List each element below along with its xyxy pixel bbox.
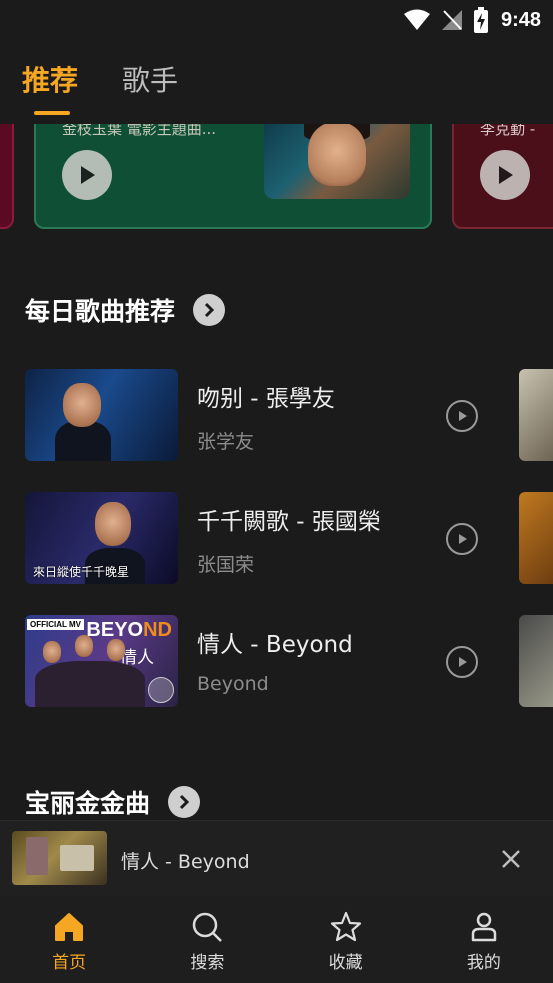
thumbnail-caption: 來日縱使千千晚星: [33, 565, 130, 579]
mini-player-thumbnail[interactable]: [12, 831, 107, 885]
star-icon: [330, 911, 361, 942]
play-icon: [81, 166, 95, 184]
play-icon: [459, 534, 467, 544]
banner-next-play-button[interactable]: [480, 150, 530, 200]
thumbnail-badge: OFFICIAL MV: [27, 619, 84, 630]
battery-charging-icon: [473, 7, 488, 33]
nav-search-label: 搜索: [190, 953, 225, 973]
thumbnail-logo-part-b: ND: [143, 619, 172, 641]
search-icon: [193, 912, 223, 942]
song-thumbnail[interactable]: [25, 369, 178, 461]
tab-singers[interactable]: 歌手: [122, 57, 178, 105]
song-artist: 张学友: [197, 431, 255, 453]
bottom-nav: 首页 搜索 收藏 我的: [0, 896, 553, 983]
play-icon: [459, 657, 467, 667]
tab-singers-label: 歌手: [122, 64, 179, 97]
nav-search[interactable]: 搜索: [138, 896, 276, 983]
thumbnail-stamp: [148, 677, 174, 703]
banner-photo: [264, 124, 410, 199]
wifi-icon: [403, 9, 430, 30]
mini-player-title: 情人 - Beyond: [121, 851, 250, 873]
section-daily-header[interactable]: 每日歌曲推荐: [25, 292, 226, 328]
tab-recommend[interactable]: 推荐: [22, 57, 79, 115]
banner-main[interactable]: 金枝玉葉 電影主題曲...: [34, 124, 432, 229]
song-thumbnail-next[interactable]: [519, 369, 553, 461]
chevron-right-icon: [204, 302, 215, 318]
home-icon: [55, 913, 84, 941]
banner-prev[interactable]: [0, 124, 14, 229]
song-thumbnail-next[interactable]: [519, 492, 553, 584]
song-title: 千千闕歌 - 張國榮: [197, 509, 381, 535]
song-play-button[interactable]: [446, 646, 478, 678]
section-gold-more-button[interactable]: [168, 786, 201, 818]
user-icon: [471, 912, 497, 942]
banner-next[interactable]: 李克勤 -: [452, 124, 553, 229]
song-thumbnail[interactable]: OFFICIAL MV BEYOND 情人: [25, 615, 178, 707]
song-row[interactable]: 吻别 - 張學友 张学友: [25, 369, 485, 461]
banner-carousel[interactable]: 金枝玉葉 電影主題曲... 李克勤 -: [0, 124, 553, 234]
nav-home-label: 首页: [52, 953, 87, 973]
song-artist: 张国荣: [197, 554, 255, 576]
song-thumbnail[interactable]: 來日縱使千千晚星: [25, 492, 178, 584]
song-play-button[interactable]: [446, 523, 478, 555]
song-title: 情人 - Beyond: [197, 632, 353, 658]
section-daily-title: 每日歌曲推荐: [25, 297, 176, 326]
section-gold-title: 宝丽金金曲: [25, 789, 151, 818]
tab-recommend-label: 推荐: [22, 64, 79, 97]
status-icons: 9:48: [403, 6, 541, 34]
song-artist: Beyond: [197, 673, 269, 695]
tab-active-indicator: [34, 111, 70, 115]
section-gold-header[interactable]: 宝丽金金曲: [25, 784, 201, 820]
thumbnail-logo: BEYOND: [86, 619, 172, 642]
song-row[interactable]: OFFICIAL MV BEYOND 情人 情人 - Beyond Beyond: [25, 615, 485, 707]
nav-mine[interactable]: 我的: [415, 896, 553, 983]
play-icon: [499, 166, 513, 184]
song-title: 吻别 - 張學友: [197, 386, 335, 412]
section-daily-more-button[interactable]: [193, 294, 226, 326]
status-time: 9:48: [500, 8, 541, 31]
banner-play-button[interactable]: [62, 150, 112, 200]
nav-mine-label: 我的: [466, 953, 501, 973]
banner-main-text: 金枝玉葉 電影主題曲...: [62, 124, 217, 138]
song-row[interactable]: 來日縱使千千晚星 千千闕歌 - 張國榮 张国荣: [25, 492, 485, 584]
thumbnail-logo-part-a: BEYO: [86, 619, 144, 641]
song-thumbnail-next[interactable]: [519, 615, 553, 707]
banner-next-text: 李克勤 -: [480, 124, 536, 138]
chevron-right-icon: [179, 794, 190, 810]
nav-favorites[interactable]: 收藏: [277, 896, 415, 983]
close-icon[interactable]: [499, 847, 523, 871]
top-tabs: 推荐 歌手: [22, 56, 178, 115]
mini-player[interactable]: 情人 - Beyond: [0, 820, 553, 896]
song-play-button[interactable]: [446, 400, 478, 432]
nav-home[interactable]: 首页: [0, 896, 138, 983]
nav-favorites-label: 收藏: [328, 953, 363, 973]
status-bar: 9:48: [0, 0, 553, 40]
no-signal-icon: [441, 10, 462, 30]
play-icon: [459, 411, 467, 421]
